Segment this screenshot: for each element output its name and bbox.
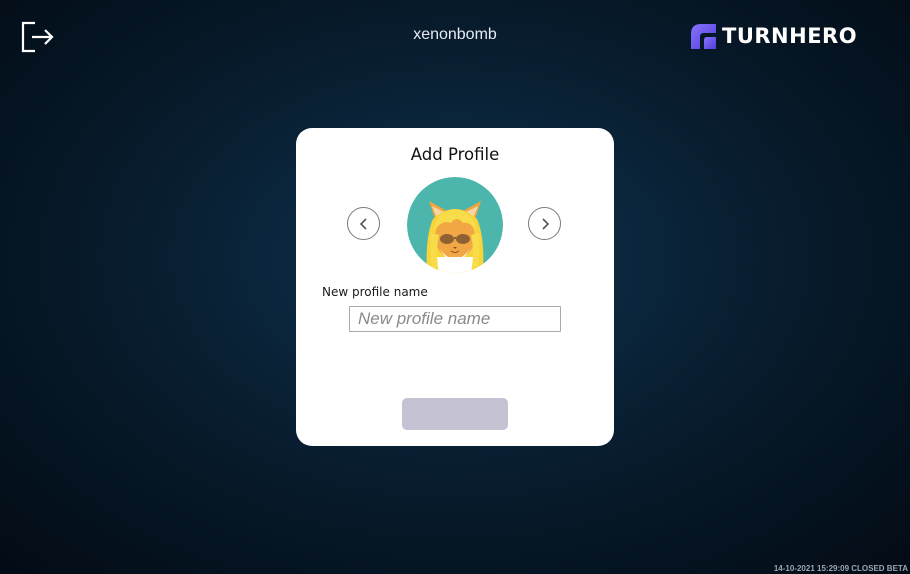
next-avatar-button[interactable] — [528, 207, 561, 240]
profile-name-input[interactable] — [349, 306, 561, 332]
cat-avatar-icon — [407, 177, 503, 273]
profile-name-label: New profile name — [322, 285, 428, 299]
brand: TURNHERO — [691, 24, 857, 49]
chevron-left-icon — [359, 217, 367, 230]
add-profile-dialog: Add Profile New profile name New profile… — [296, 128, 614, 446]
avatar — [407, 177, 503, 273]
turnhero-logo-icon — [691, 24, 716, 49]
add-profile-submit-button[interactable] — [402, 398, 508, 430]
build-stamp: 14-10-2021 15:29:09 CLOSED BETA — [773, 564, 908, 573]
previous-avatar-button[interactable] — [347, 207, 380, 240]
brand-name: TURNHERO — [722, 24, 858, 48]
dialog-title: Add Profile — [410, 145, 500, 164]
chevron-right-icon — [541, 217, 549, 230]
